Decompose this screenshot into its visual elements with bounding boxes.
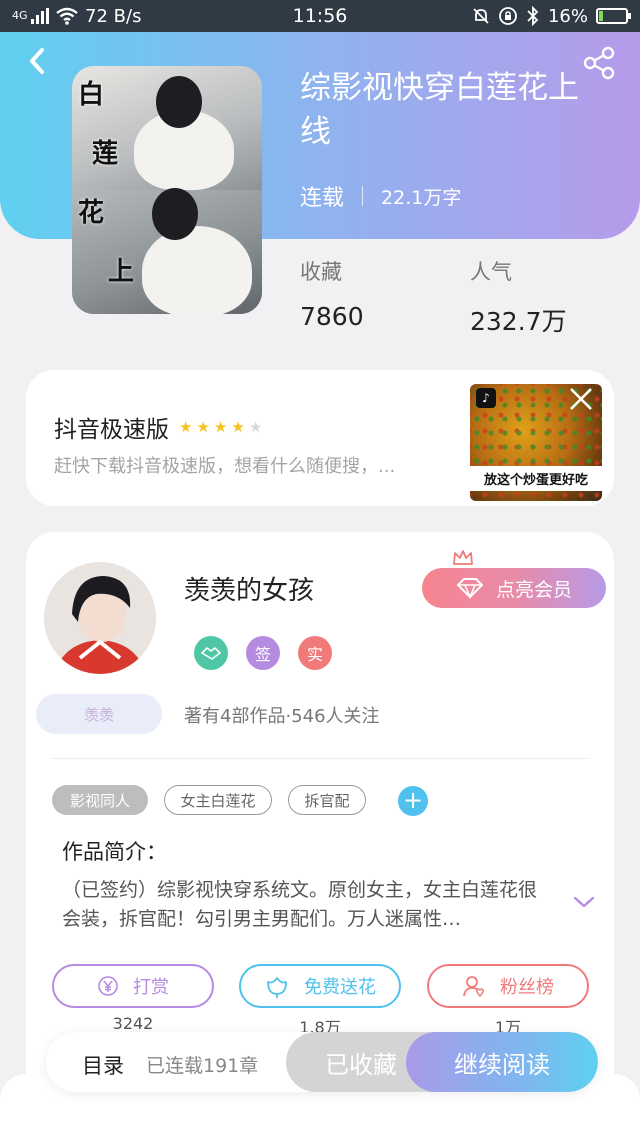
star-filled-icon: ★: [231, 418, 245, 436]
book-title: 综影视快穿白莲花上线: [300, 70, 579, 150]
send-flower-label: 免费送花: [304, 977, 376, 998]
tip-count: 3242: [112, 1014, 154, 1033]
ad-card[interactable]: 抖音极速版 ★ ★ ★ ★ ★ 赶快下载抖音极速版，想看什么随便搜，... ♪ 放这个炒…: [26, 370, 614, 506]
status-divider: [362, 186, 364, 206]
crown-icon: [453, 550, 473, 565]
network-type: 4G: [12, 9, 28, 22]
close-icon[interactable]: [566, 384, 596, 414]
battery-icon: [596, 8, 631, 24]
cover-char: 莲: [92, 139, 119, 169]
battery-percent: 16%: [547, 5, 588, 27]
bottom-action-bar: 目录 已连载191章 已收藏 继续阅读: [46, 1032, 598, 1092]
chapter-count: 已连载191章: [146, 1055, 259, 1077]
status-bar: 4G 72 B/s 11:56 16%: [0, 0, 640, 32]
network-speed: 72 B/s: [85, 5, 142, 27]
continue-reading-button[interactable]: 继续阅读: [406, 1032, 598, 1092]
star-empty-icon: ★: [248, 418, 263, 436]
stat-label: 收藏: [300, 260, 342, 284]
fan-nickname-tag: 羡羡: [36, 694, 162, 734]
fan-ranking-button[interactable]: 粉丝榜: [427, 964, 589, 1008]
cover-char: 白: [78, 80, 105, 110]
yen-icon: [98, 976, 118, 996]
book-status: 连载 22.1万字: [300, 180, 461, 212]
toc-button[interactable]: 目录: [82, 1050, 124, 1080]
stat-value: 7860: [300, 302, 364, 331]
tag-chip[interactable]: 女主白莲花: [164, 785, 272, 815]
vip-button[interactable]: 点亮会员: [422, 568, 606, 608]
stat-favorites: 收藏 7860: [300, 256, 364, 331]
stat-label: 人气: [470, 260, 512, 284]
cover-hair-bottom: [152, 188, 198, 240]
book-cover[interactable]: 白 莲 花 上 线: [72, 66, 262, 314]
cover-char: 花: [78, 198, 105, 228]
tip-button-label: 打赏: [133, 977, 169, 998]
ad-rating: ★ ★ ★ ★ ★: [179, 418, 262, 436]
stat-value: 232.7万: [470, 307, 567, 336]
word-count: 22.1万字: [381, 186, 462, 209]
flower-icon: [267, 977, 287, 998]
handshake-icon: [194, 636, 228, 670]
star-filled-icon: ★: [196, 418, 210, 436]
author-meta: 著有4部作品·546人关注: [184, 706, 380, 727]
fan-ranking-label: 粉丝榜: [500, 977, 554, 998]
cover-char: 上: [108, 257, 135, 287]
star-filled-icon: ★: [213, 418, 228, 436]
verified-icon: 实: [298, 636, 332, 670]
lock-rotation-icon: [499, 7, 517, 25]
stat-popularity: 人气 232.7万: [470, 256, 567, 338]
cover-title: 白 莲 花 上 线: [78, 74, 150, 314]
ad-description: 赶快下载抖音极速版，想看什么随便搜，...: [54, 456, 396, 477]
tip-button[interactable]: 打赏: [52, 964, 214, 1008]
wifi-icon: [56, 7, 78, 25]
vip-button-label: 点亮会员: [495, 578, 572, 601]
back-icon[interactable]: [24, 44, 54, 78]
mute-bell-icon: [473, 8, 489, 24]
star-filled-icon: ★: [179, 418, 193, 436]
cover-hair-top: [156, 76, 202, 128]
bluetooth-icon: [527, 6, 539, 26]
tag-chip[interactable]: 影视同人: [52, 785, 148, 815]
tag-chip[interactable]: 拆官配: [288, 785, 366, 815]
chevron-down-icon[interactable]: [572, 894, 596, 910]
divider: [50, 758, 590, 759]
serial-status: 连载: [300, 186, 345, 211]
ad-title-row: 抖音极速版 ★ ★ ★ ★ ★: [54, 410, 262, 444]
fans-icon: [463, 976, 484, 998]
author-name[interactable]: 羡羡的女孩: [184, 570, 314, 607]
send-flower-button[interactable]: 免费送花: [239, 964, 401, 1008]
cover-figure-bottom: [142, 226, 252, 314]
signed-icon: 签: [246, 636, 280, 670]
intro-text: （已签约）综影视快穿系统文。原创女主，女主白莲花很会装，拆官配！勾引男主男配们。…: [62, 879, 538, 930]
tiktok-logo-icon: ♪: [476, 388, 496, 408]
ad-image-caption: 放这个炒蛋更好吃: [470, 466, 602, 491]
avatar[interactable]: [44, 562, 156, 674]
intro-title: 作品简介：: [62, 840, 167, 864]
add-tag-button[interactable]: +: [398, 786, 428, 816]
cover-char: 线: [124, 310, 150, 314]
signal-icon: 4G: [12, 8, 50, 24]
diamond-icon: [456, 578, 483, 599]
battery-level: [599, 11, 604, 21]
ad-title: 抖音极速版: [54, 417, 169, 443]
